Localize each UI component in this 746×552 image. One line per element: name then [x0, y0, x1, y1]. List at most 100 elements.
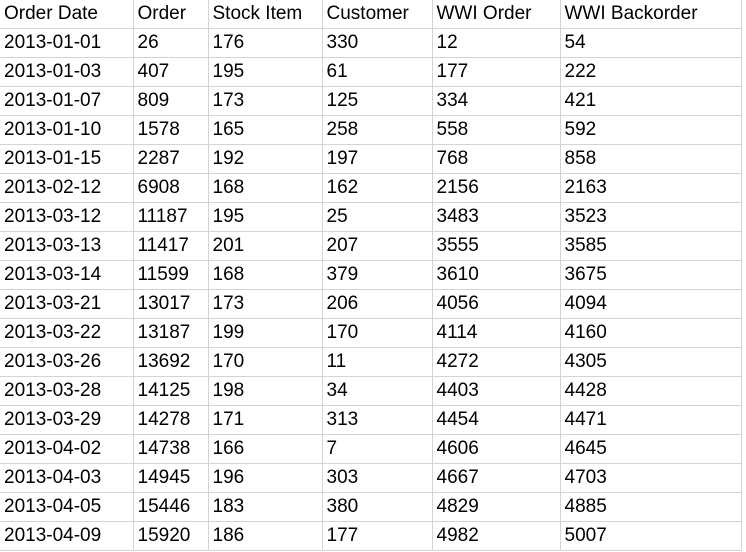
cell-wwi_backorder[interactable]: 858: [560, 144, 742, 174]
cell-order_date[interactable]: 2013-04-02: [0, 434, 134, 464]
cell-wwi_backorder[interactable]: 592: [560, 115, 742, 145]
cell-order[interactable]: 14278: [133, 405, 209, 435]
cell-customer[interactable]: 125: [322, 86, 433, 116]
table-row[interactable]: 2013-01-07 809 173 125 334 421: [0, 86, 742, 116]
column-header-order[interactable]: Order: [133, 0, 209, 29]
cell-order_date[interactable]: 2013-03-22: [0, 318, 134, 348]
cell-wwi_order[interactable]: 4272: [432, 347, 561, 377]
cell-wwi_order[interactable]: 4829: [432, 492, 561, 522]
cell-stock_item[interactable]: 183: [208, 492, 323, 522]
cell-customer[interactable]: 34: [322, 376, 433, 406]
table-row[interactable]: 2013-04-09 15920 186 177 4982 5007: [0, 521, 742, 551]
cell-stock_item[interactable]: 170: [208, 347, 323, 377]
cell-order_date[interactable]: 2013-03-26: [0, 347, 134, 377]
table-row[interactable]: 2013-01-01 26 176 330 12 54: [0, 28, 742, 58]
cell-order[interactable]: 14738: [133, 434, 209, 464]
cell-customer[interactable]: 197: [322, 144, 433, 174]
cell-order_date[interactable]: 2013-01-10: [0, 115, 134, 145]
cell-customer[interactable]: 162: [322, 173, 433, 203]
column-header-wwi-backorder[interactable]: WWI Backorder: [560, 0, 742, 29]
table-row[interactable]: 2013-01-10 1578 165 258 558 592: [0, 115, 742, 145]
cell-wwi_backorder[interactable]: 222: [560, 57, 742, 87]
cell-stock_item[interactable]: 198: [208, 376, 323, 406]
cell-wwi_backorder[interactable]: 4645: [560, 434, 742, 464]
cell-order[interactable]: 809: [133, 86, 209, 116]
cell-order[interactable]: 13692: [133, 347, 209, 377]
cell-wwi_order[interactable]: 177: [432, 57, 561, 87]
cell-customer[interactable]: 313: [322, 405, 433, 435]
cell-wwi_order[interactable]: 4056: [432, 289, 561, 319]
column-header-customer[interactable]: Customer: [322, 0, 433, 29]
cell-order_date[interactable]: 2013-01-01: [0, 28, 134, 58]
cell-wwi_order[interactable]: 4114: [432, 318, 561, 348]
table-row[interactable]: 2013-03-21 13017 173 206 4056 4094: [0, 289, 742, 319]
cell-order_date[interactable]: 2013-04-05: [0, 492, 134, 522]
cell-wwi_order[interactable]: 558: [432, 115, 561, 145]
table-row[interactable]: 2013-04-03 14945 196 303 4667 4703: [0, 463, 742, 493]
cell-wwi_backorder[interactable]: 4471: [560, 405, 742, 435]
cell-customer[interactable]: 380: [322, 492, 433, 522]
cell-wwi_order[interactable]: 12: [432, 28, 561, 58]
cell-order_date[interactable]: 2013-03-14: [0, 260, 134, 290]
cell-customer[interactable]: 61: [322, 57, 433, 87]
cell-stock_item[interactable]: 171: [208, 405, 323, 435]
table-row[interactable]: 2013-03-14 11599 168 379 3610 3675: [0, 260, 742, 290]
cell-order[interactable]: 407: [133, 57, 209, 87]
cell-stock_item[interactable]: 186: [208, 521, 323, 551]
cell-order[interactable]: 6908: [133, 173, 209, 203]
cell-wwi_backorder[interactable]: 4703: [560, 463, 742, 493]
cell-order_date[interactable]: 2013-04-03: [0, 463, 134, 493]
cell-wwi_order[interactable]: 4982: [432, 521, 561, 551]
cell-stock_item[interactable]: 195: [208, 202, 323, 232]
cell-order_date[interactable]: 2013-02-12: [0, 173, 134, 203]
cell-customer[interactable]: 177: [322, 521, 433, 551]
table-row[interactable]: 2013-04-05 15446 183 380 4829 4885: [0, 492, 742, 522]
cell-wwi_order[interactable]: 4403: [432, 376, 561, 406]
cell-customer[interactable]: 379: [322, 260, 433, 290]
cell-stock_item[interactable]: 173: [208, 86, 323, 116]
cell-wwi_order[interactable]: 3610: [432, 260, 561, 290]
cell-order[interactable]: 1578: [133, 115, 209, 145]
cell-wwi_backorder[interactable]: 2163: [560, 173, 742, 203]
cell-customer[interactable]: 170: [322, 318, 433, 348]
cell-wwi_order[interactable]: 4606: [432, 434, 561, 464]
table-row[interactable]: 2013-01-15 2287 192 197 768 858: [0, 144, 742, 174]
cell-wwi_backorder[interactable]: 4885: [560, 492, 742, 522]
cell-order_date[interactable]: 2013-03-12: [0, 202, 134, 232]
cell-order_date[interactable]: 2013-01-07: [0, 86, 134, 116]
table-row[interactable]: 2013-03-22 13187 199 170 4114 4160: [0, 318, 742, 348]
cell-stock_item[interactable]: 166: [208, 434, 323, 464]
cell-wwi_backorder[interactable]: 4305: [560, 347, 742, 377]
cell-wwi_backorder[interactable]: 4160: [560, 318, 742, 348]
cell-wwi_order[interactable]: 2156: [432, 173, 561, 203]
cell-order[interactable]: 13017: [133, 289, 209, 319]
cell-stock_item[interactable]: 168: [208, 260, 323, 290]
column-header-stock-item[interactable]: Stock Item: [208, 0, 323, 29]
cell-order[interactable]: 11187: [133, 202, 209, 232]
cell-wwi_order[interactable]: 334: [432, 86, 561, 116]
cell-order_date[interactable]: 2013-03-28: [0, 376, 134, 406]
table-row[interactable]: 2013-03-12 11187 195 25 3483 3523: [0, 202, 742, 232]
cell-wwi_order[interactable]: 4454: [432, 405, 561, 435]
cell-wwi_backorder[interactable]: 3585: [560, 231, 742, 261]
table-row[interactable]: 2013-01-03 407 195 61 177 222: [0, 57, 742, 87]
cell-stock_item[interactable]: 192: [208, 144, 323, 174]
cell-order[interactable]: 11417: [133, 231, 209, 261]
table-row[interactable]: 2013-03-26 13692 170 11 4272 4305: [0, 347, 742, 377]
cell-customer[interactable]: 11: [322, 347, 433, 377]
cell-order[interactable]: 13187: [133, 318, 209, 348]
cell-wwi_backorder[interactable]: 54: [560, 28, 742, 58]
cell-customer[interactable]: 330: [322, 28, 433, 58]
cell-wwi_backorder[interactable]: 4428: [560, 376, 742, 406]
cell-order_date[interactable]: 2013-03-13: [0, 231, 134, 261]
cell-order[interactable]: 11599: [133, 260, 209, 290]
cell-customer[interactable]: 303: [322, 463, 433, 493]
cell-stock_item[interactable]: 199: [208, 318, 323, 348]
column-header-wwi-order[interactable]: WWI Order: [432, 0, 561, 29]
cell-order_date[interactable]: 2013-04-09: [0, 521, 134, 551]
cell-wwi_order[interactable]: 3555: [432, 231, 561, 261]
cell-stock_item[interactable]: 176: [208, 28, 323, 58]
table-row[interactable]: 2013-04-02 14738 166 7 4606 4645: [0, 434, 742, 464]
cell-order[interactable]: 15446: [133, 492, 209, 522]
cell-wwi_backorder[interactable]: 4094: [560, 289, 742, 319]
